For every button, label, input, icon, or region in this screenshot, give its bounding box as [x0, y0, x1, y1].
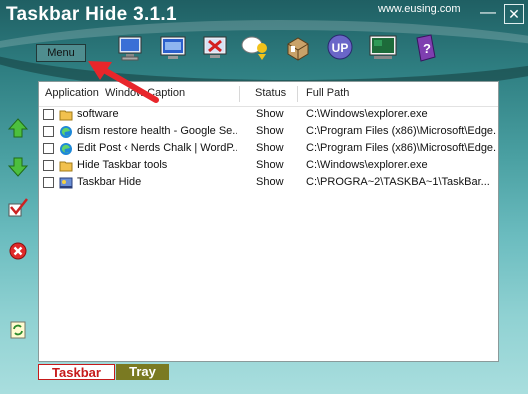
help-book-icon[interactable]: ? [408, 28, 444, 68]
row-checkbox[interactable] [43, 126, 54, 137]
column-divider[interactable] [239, 86, 240, 102]
row-caption: Taskbar Hide [77, 176, 142, 188]
window-title: Taskbar Hide 3.1.1 [6, 4, 177, 25]
column-divider[interactable] [297, 86, 298, 102]
move-down-icon[interactable] [6, 155, 30, 179]
row-caption: Edit Post ‹ Nerds Chalk | WordP... [77, 142, 237, 154]
row-status: Show [256, 125, 284, 137]
display-icon[interactable] [365, 28, 401, 68]
row-path: C:\Windows\explorer.exe [306, 159, 428, 171]
list-header: Application Window Caption Status Full P… [39, 82, 498, 107]
column-header-status[interactable]: Status [255, 87, 286, 99]
row-path: C:\Program Files (x86)\Microsoft\Edge... [306, 142, 496, 154]
row-checkbox[interactable] [43, 177, 54, 188]
row-caption: Hide Taskbar tools [77, 159, 168, 171]
row-path: C:\Program Files (x86)\Microsoft\Edge... [306, 125, 496, 137]
row-status: Show [256, 159, 284, 171]
app-window: Taskbar Hide 3.1.1 www.eusing.com — ✕ Me… [0, 0, 528, 394]
row-status: Show [256, 176, 284, 188]
row-caption: dism restore health - Google Se... [77, 125, 237, 137]
row-checkbox[interactable] [43, 160, 54, 171]
edge-icon [60, 143, 72, 155]
check-all-icon[interactable] [6, 196, 30, 220]
list-item[interactable]: dism restore health - Google Se... Show … [39, 124, 498, 141]
svg-text:?: ? [423, 41, 431, 56]
update-icon[interactable]: UP [322, 28, 358, 68]
edge-icon [60, 126, 72, 138]
svg-text:UP: UP [332, 41, 349, 55]
row-path: C:\Windows\explorer.exe [306, 108, 428, 120]
app-icon [59, 177, 73, 189]
close-window-icon[interactable] [197, 28, 233, 68]
list-item[interactable]: software Show C:\Windows\explorer.exe [39, 107, 498, 124]
column-header-full-path[interactable]: Full Path [306, 87, 349, 99]
database-icon[interactable] [280, 28, 316, 68]
list-item[interactable]: Edit Post ‹ Nerds Chalk | WordP... Show … [39, 141, 498, 158]
close-button[interactable]: ✕ [504, 4, 524, 24]
list-item[interactable]: Hide Taskbar tools Show C:\Windows\explo… [39, 158, 498, 175]
row-path: C:\PROGRA~2\TASKBA~1\TaskBar... [306, 176, 490, 188]
refresh-icon[interactable] [6, 318, 30, 342]
minimize-button[interactable]: — [478, 4, 498, 24]
column-header-application[interactable]: Application [45, 87, 99, 99]
remove-icon[interactable] [6, 239, 30, 263]
list-item[interactable]: Taskbar Hide Show C:\PROGRA~2\TASKBA~1\T… [39, 175, 498, 192]
window-list[interactable]: Application Window Caption Status Full P… [38, 81, 499, 362]
menu-button[interactable]: Menu [36, 44, 86, 62]
window-icon[interactable] [155, 28, 191, 68]
row-caption: software [77, 108, 119, 120]
tab-tray[interactable]: Tray [116, 364, 169, 380]
monitor-icon[interactable] [112, 28, 148, 68]
row-checkbox[interactable] [43, 109, 54, 120]
website-link[interactable]: www.eusing.com [378, 3, 461, 15]
folder-icon [59, 161, 73, 172]
chat-icon[interactable] [238, 28, 274, 68]
row-status: Show [256, 108, 284, 120]
column-header-window-caption[interactable]: Window Caption [105, 87, 185, 99]
move-up-icon[interactable] [6, 116, 30, 140]
tab-taskbar[interactable]: Taskbar [38, 364, 115, 380]
row-checkbox[interactable] [43, 143, 54, 154]
row-status: Show [256, 142, 284, 154]
folder-icon [59, 110, 73, 121]
